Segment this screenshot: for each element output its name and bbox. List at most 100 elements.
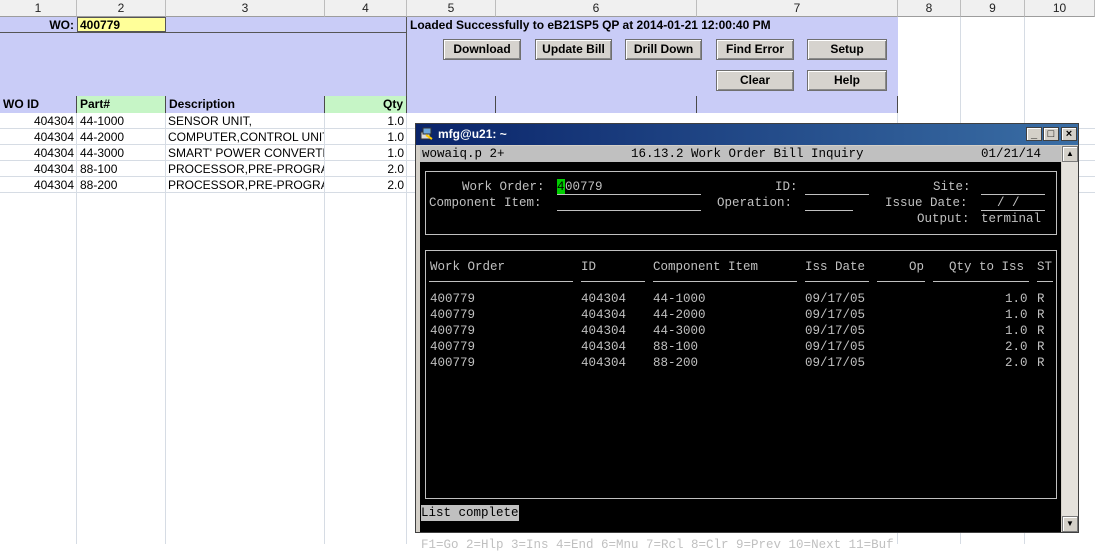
col-iss-date: Iss Date [805,260,866,274]
column-header-7[interactable]: 7 [697,0,898,17]
terminal-screen[interactable]: wowaiq.p 2+ 16.13.2 Work Order Bill Inqu… [420,146,1061,552]
cell-part[interactable]: 88-100 [80,161,164,177]
output-field[interactable]: terminal [981,211,1041,227]
col-st: ST [1037,260,1053,274]
column-header-8[interactable]: 8 [898,0,961,17]
close-icon[interactable]: × [1061,127,1077,141]
result-id[interactable]: 404304 [581,323,626,339]
update-bill-button[interactable]: Update Bill [535,39,612,60]
result-id[interactable]: 404304 [581,355,626,371]
result-date[interactable]: 09/17/05 [805,307,865,323]
result-qty[interactable]: 2.0 [1005,355,1028,371]
cell-description[interactable]: COMPUTER,CONTROL UNIT [168,129,324,145]
result-qty[interactable]: 2.0 [1005,339,1028,355]
header-blank [407,96,496,113]
result-status[interactable]: R [1037,307,1045,323]
column-header-9[interactable]: 9 [961,0,1025,17]
column-header-10[interactable]: 10 [1025,0,1095,17]
column-header-2[interactable]: 2 [77,0,166,17]
id-label: ID: [775,180,798,194]
cell-wo-id[interactable]: 404304 [0,145,74,161]
id-field[interactable] [805,194,869,195]
terminal-title-bar[interactable]: mfg@u21: ~ _ □ × [416,124,1078,145]
scroll-up-icon[interactable]: ▲ [1062,146,1078,162]
result-item[interactable]: 44-1000 [653,291,706,307]
result-status[interactable]: R [1037,323,1045,339]
clear-button[interactable]: Clear [716,70,794,91]
terminal-window[interactable]: mfg@u21: ~ _ □ × wowaiq.p 2+ 16.13.2 Wor… [415,123,1079,552]
cell-wo-id[interactable]: 404304 [0,113,74,129]
result-wo[interactable]: 400779 [430,307,475,323]
terminal-scrollbar[interactable]: ▲ ▼ [1062,146,1078,532]
issue-date-field[interactable]: / / [997,195,1020,211]
cell-description[interactable]: SENSOR UNIT, [168,113,324,129]
scroll-down-icon[interactable]: ▼ [1062,516,1078,532]
result-wo[interactable]: 400779 [430,323,475,339]
result-item[interactable]: 88-200 [653,355,698,371]
component-item-label: Component Item: [429,196,542,210]
result-status[interactable]: R [1037,291,1045,307]
header-description: Description [166,96,325,113]
result-qty[interactable]: 1.0 [1005,307,1028,323]
cell-wo-id[interactable]: 404304 [0,129,74,145]
issue-date-label: Issue Date: [885,196,968,210]
result-qty[interactable]: 1.0 [1005,291,1028,307]
result-date[interactable]: 09/17/05 [805,339,865,355]
result-status[interactable]: R [1037,339,1045,355]
column-header-6[interactable]: 6 [496,0,697,17]
result-item[interactable]: 44-3000 [653,323,706,339]
column-header-4[interactable]: 4 [325,0,407,17]
header-qty: Qty [325,96,407,113]
header-wo-id: WO ID [0,96,77,113]
minimize-icon[interactable]: _ [1026,127,1042,141]
result-wo[interactable]: 400779 [430,291,475,307]
cell-part[interactable]: 44-2000 [80,129,164,145]
col-component-item: Component Item [653,260,759,274]
cell-description[interactable]: SMART' POWER CONVERTER [168,145,324,161]
help-button[interactable]: Help [807,70,887,91]
cell-part[interactable]: 44-1000 [80,113,164,129]
result-date[interactable]: 09/17/05 [805,355,865,371]
putty-icon [420,127,434,141]
result-wo[interactable]: 400779 [430,339,475,355]
cell-wo-id[interactable]: 404304 [0,161,74,177]
cell-qty[interactable]: 2.0 [325,161,404,177]
cell-qty[interactable]: 1.0 [325,113,404,129]
result-id[interactable]: 404304 [581,339,626,355]
column-header-1[interactable]: 1 [0,0,77,17]
result-date[interactable]: 09/17/05 [805,323,865,339]
cell-part[interactable]: 44-3000 [80,145,164,161]
operation-field[interactable] [805,210,853,211]
site-label: Site: [933,180,971,194]
column-header-3[interactable]: 3 [166,0,325,17]
result-status[interactable]: R [1037,355,1045,371]
work-order-field[interactable]: 00779 [565,179,603,195]
column-header-5[interactable]: 5 [407,0,496,17]
result-item[interactable]: 88-100 [653,339,698,355]
setup-button[interactable]: Setup [807,39,887,60]
cell-description[interactable]: PROCESSOR,PRE-PROGRAMMED [168,161,324,177]
col-rule [805,281,869,282]
cell-qty[interactable]: 1.0 [325,129,404,145]
cell-description[interactable]: PROCESSOR,PRE-PROGRAMMED [168,177,324,193]
cell-part[interactable]: 88-200 [80,177,164,193]
result-id[interactable]: 404304 [581,291,626,307]
result-item[interactable]: 44-2000 [653,307,706,323]
drill-down-button[interactable]: Drill Down [625,39,702,60]
find-error-button[interactable]: Find Error [716,39,794,60]
result-wo[interactable]: 400779 [430,355,475,371]
result-qty[interactable]: 1.0 [1005,323,1028,339]
maximize-icon[interactable]: □ [1043,127,1059,141]
col-rule [429,281,573,282]
wo-input[interactable]: 400779 [77,17,166,32]
download-button[interactable]: Download [443,39,521,60]
result-date[interactable]: 09/17/05 [805,291,865,307]
col-work-order: Work Order [430,260,506,274]
result-id[interactable]: 404304 [581,307,626,323]
component-item-field[interactable] [557,210,701,211]
col-id: ID [581,260,597,274]
cell-wo-id[interactable]: 404304 [0,177,74,193]
cell-qty[interactable]: 1.0 [325,145,404,161]
wo-label: WO: [49,18,74,32]
cell-qty[interactable]: 2.0 [325,177,404,193]
